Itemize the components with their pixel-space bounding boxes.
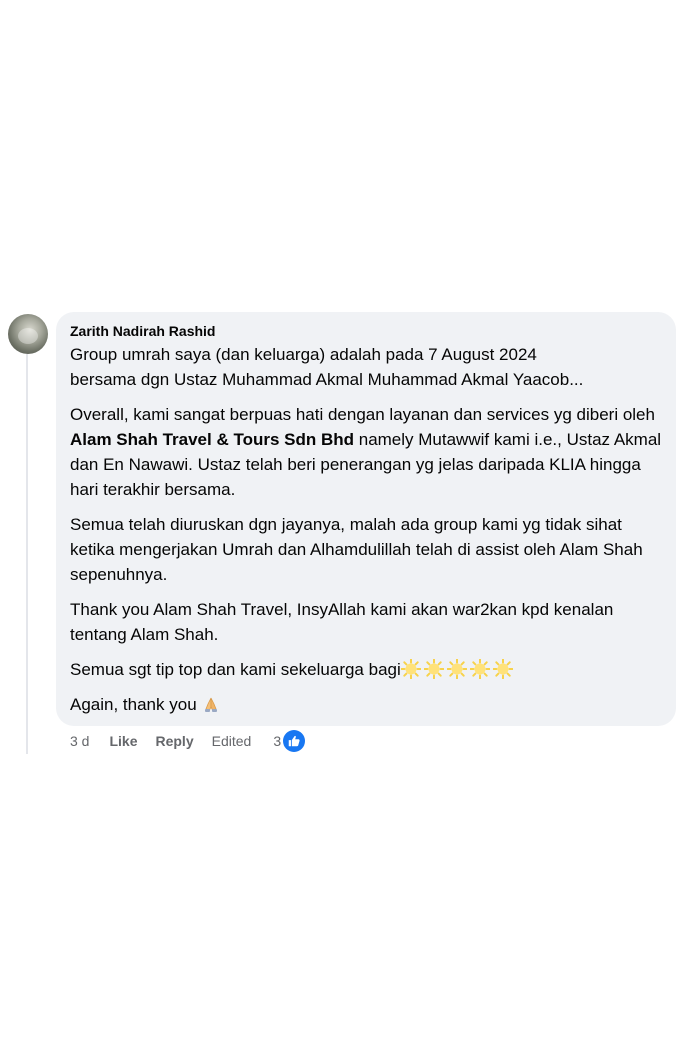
paragraph-6-text: Again, thank you (70, 695, 197, 714)
paragraph-1-line-2: bersama dgn Ustaz Muhammad Akmal Muhamma… (70, 370, 584, 389)
comment-timestamp[interactable]: 3 d (70, 733, 89, 749)
comment-paragraph-5: Semua sgt tip top dan kami sekeluarga ba… (70, 657, 662, 682)
paragraph-5-text: Semua sgt tip top dan kami sekeluarga ba… (70, 660, 401, 679)
paragraph-2-text-before: Overall, kami sangat berpuas hati dengan… (70, 405, 655, 424)
reply-button[interactable]: Reply (155, 733, 193, 749)
comment-page: Zarith Nadirah Rashid Group umrah saya (… (0, 0, 688, 1056)
star-emoji-icon (469, 659, 490, 679)
edited-label[interactable]: Edited (212, 733, 252, 749)
star-emoji-icon (400, 659, 421, 679)
comment-paragraph-2: Overall, kami sangat berpuas hati dengan… (70, 402, 662, 502)
star-emoji-icon (446, 659, 467, 679)
like-button[interactable]: Like (109, 733, 137, 749)
comment-paragraph-3: Semua telah diuruskan dgn jayanya, malah… (70, 515, 643, 584)
folded-hands-emoji-icon (205, 697, 218, 712)
reaction-count: 3 (273, 733, 282, 749)
like-icon (283, 730, 306, 752)
comment-actions: 3 d Like Reply Edited 3 (70, 730, 306, 752)
author-name[interactable]: Zarith Nadirah Rashid (70, 322, 215, 340)
star-emoji-icon (423, 659, 444, 679)
star-emoji-icon (492, 659, 513, 679)
star-emoji-group (400, 659, 516, 679)
comment-paragraph-6: Again, thank you (70, 692, 662, 717)
thread-line (26, 354, 28, 754)
avatar[interactable] (8, 314, 48, 354)
comment-bubble: Zarith Nadirah Rashid Group umrah saya (… (56, 312, 676, 726)
page-mention-link[interactable]: Alam Shah Travel & Tours Sdn Bhd (70, 430, 354, 449)
comment-paragraph-1: Group umrah saya (dan keluarga) adalah p… (70, 342, 662, 392)
reaction-summary[interactable]: 3 (273, 730, 306, 752)
comment-paragraph-4: Thank you Alam Shah Travel, InsyAllah ka… (70, 600, 614, 644)
paragraph-1-line-1: Group umrah saya (dan keluarga) adalah p… (70, 345, 537, 364)
